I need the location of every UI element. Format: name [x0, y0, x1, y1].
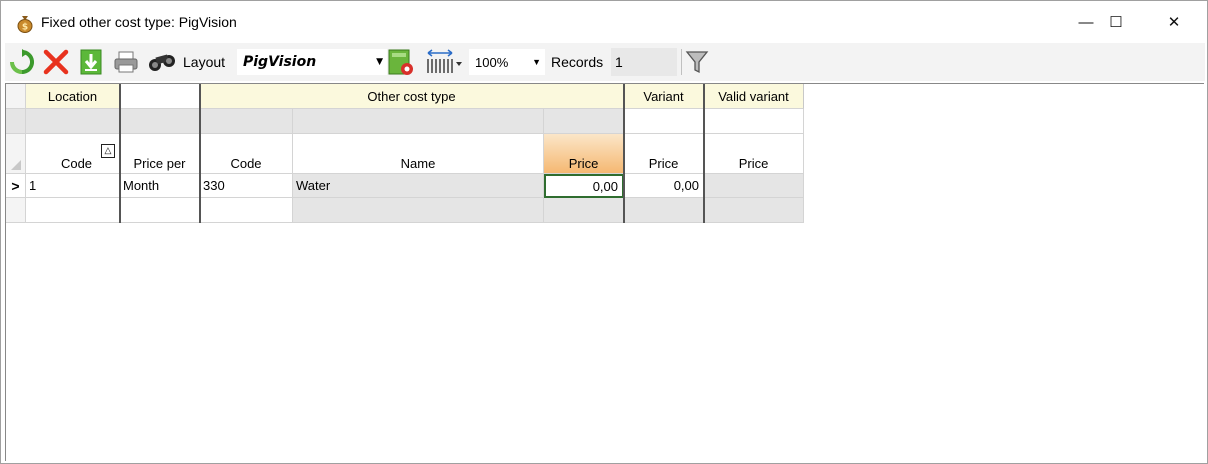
current-row-indicator: >: [6, 174, 26, 198]
close-button[interactable]: ✕: [1145, 1, 1203, 43]
filter-icon[interactable]: [685, 49, 709, 75]
zoom-select[interactable]: 100% ▼: [469, 49, 545, 75]
cell-oct-code[interactable]: 330: [200, 174, 293, 198]
new-row-cell-valid-variant-price[interactable]: [704, 198, 804, 223]
filter-cell-name[interactable]: [293, 109, 544, 134]
layout-select[interactable]: PigVision ▼: [237, 49, 387, 75]
new-row-cell-price[interactable]: [544, 198, 624, 223]
column-header-price[interactable]: Price: [544, 134, 624, 174]
cell-code[interactable]: 1: [26, 174, 120, 198]
filter-cell-valid-variant-price[interactable]: [704, 109, 804, 134]
binoculars-icon[interactable]: [147, 51, 179, 73]
group-divider: [703, 84, 705, 223]
band-blank: [120, 84, 200, 109]
column-header-code-label: Code: [60, 156, 93, 171]
new-row-cell-price-per[interactable]: [120, 198, 200, 223]
row-indicator-header: [6, 84, 26, 109]
refresh-icon[interactable]: [9, 49, 35, 75]
window-title: Fixed other cost type: PigVision: [41, 14, 237, 30]
filter-cell-code[interactable]: [26, 109, 120, 134]
column-header-oct-code[interactable]: Code: [200, 134, 293, 174]
print-icon[interactable]: [113, 50, 139, 74]
column-header-variant-price[interactable]: Price: [624, 134, 704, 174]
save-icon[interactable]: [79, 49, 103, 75]
group-divider: [623, 84, 625, 223]
filter-row-indicator: [6, 109, 26, 134]
maximize-button[interactable]: ☐: [1087, 1, 1145, 43]
zoom-value: 100%: [475, 54, 509, 70]
records-count: 1: [611, 48, 677, 76]
records-label: Records: [551, 54, 604, 70]
chevron-down-icon: ▼: [376, 57, 383, 67]
band-location: Location: [26, 84, 120, 109]
svg-text:$: $: [22, 23, 28, 33]
column-header-valid-variant-price[interactable]: Price: [704, 134, 804, 174]
new-row-cell-name[interactable]: [293, 198, 544, 223]
new-row-indicator: [6, 198, 26, 223]
band-variant: Variant: [624, 84, 704, 109]
band-other-cost-type: Other cost type: [200, 84, 624, 109]
cell-price[interactable]: 0,00: [544, 174, 624, 198]
cell-name[interactable]: Water: [293, 174, 544, 198]
chevron-down-icon: ▼: [532, 57, 541, 67]
band-valid-variant: Valid variant: [704, 84, 804, 109]
cell-variant-price[interactable]: 0,00: [624, 174, 704, 198]
window: $ Fixed other cost type: PigVision — ☐ ✕: [0, 0, 1208, 464]
cell-valid-variant-price[interactable]: [704, 174, 804, 198]
new-row-cell-code[interactable]: [26, 198, 120, 223]
toolbar-separator: [681, 49, 682, 75]
group-divider: [199, 84, 201, 223]
layout-settings-icon[interactable]: [387, 47, 415, 77]
new-row-cell-variant-price[interactable]: [624, 198, 704, 223]
layout-value: PigVision: [243, 54, 317, 70]
column-width-icon[interactable]: [423, 49, 463, 75]
column-header-code[interactable]: Code △: [26, 134, 120, 174]
data-grid: Location Other cost type Variant Valid v…: [5, 83, 1204, 461]
title-bar: $ Fixed other cost type: PigVision — ☐ ✕: [1, 1, 1207, 43]
corner-triangle-icon: [10, 160, 21, 170]
filter-cell-oct-code[interactable]: [200, 109, 293, 134]
column-header-name[interactable]: Name: [293, 134, 544, 174]
toolbar: Layout PigVision ▼ 100% ▼ Records 1: [5, 43, 1205, 81]
header-row-indicator: [6, 134, 26, 174]
money-bag-icon: $: [17, 16, 33, 33]
column-header-price-per[interactable]: Price per: [120, 134, 200, 174]
sort-ascending-icon: △: [101, 144, 115, 158]
cell-price-per[interactable]: Month: [120, 174, 200, 198]
layout-label: Layout: [183, 54, 226, 70]
filter-cell-price-per[interactable]: [120, 109, 200, 134]
new-row-cell-oct-code[interactable]: [200, 198, 293, 223]
delete-icon[interactable]: [43, 49, 69, 75]
filter-cell-variant-price[interactable]: [624, 109, 704, 134]
group-divider: [119, 84, 121, 223]
filter-cell-price[interactable]: [544, 109, 624, 134]
